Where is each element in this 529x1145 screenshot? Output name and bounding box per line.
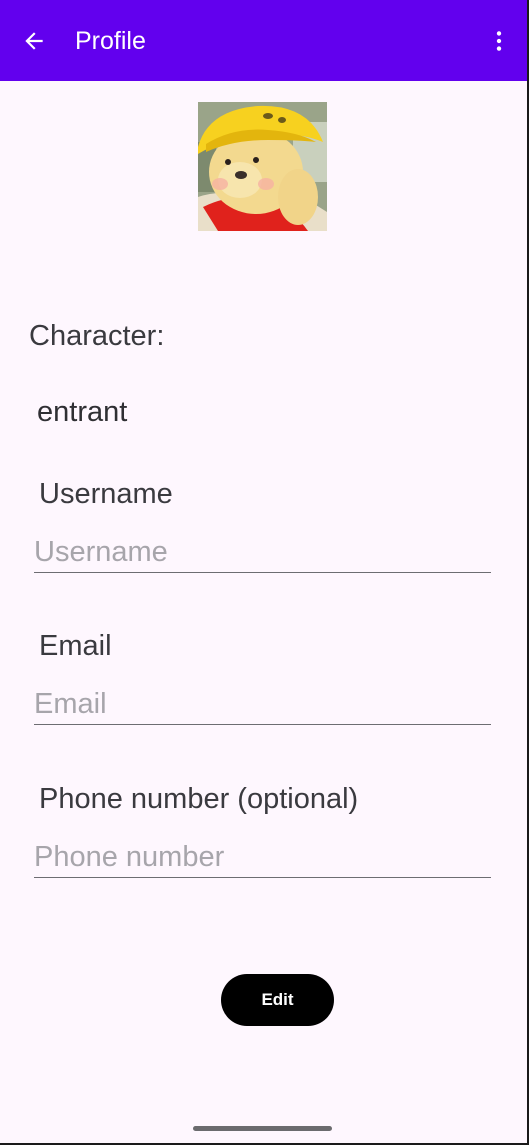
- edit-button[interactable]: Edit: [221, 974, 334, 1026]
- overflow-menu-button[interactable]: [481, 21, 517, 61]
- teddy-bear-photo: [198, 102, 327, 231]
- back-button[interactable]: [14, 21, 54, 61]
- home-indicator[interactable]: [193, 1126, 332, 1131]
- email-input[interactable]: [34, 684, 491, 725]
- email-label: Email: [39, 630, 112, 662]
- more-vert-icon: [496, 31, 502, 51]
- character-value: entrant: [37, 396, 128, 428]
- phone-input[interactable]: [34, 837, 491, 878]
- arrow-back-icon: [25, 32, 43, 50]
- profile-avatar[interactable]: [198, 102, 327, 231]
- username-label: Username: [39, 478, 173, 510]
- phone-label: Phone number (optional): [39, 783, 359, 815]
- app-bar: Profile: [0, 0, 527, 81]
- page-title: Profile: [75, 27, 146, 55]
- character-label: Character:: [29, 320, 165, 352]
- username-input[interactable]: [34, 532, 491, 573]
